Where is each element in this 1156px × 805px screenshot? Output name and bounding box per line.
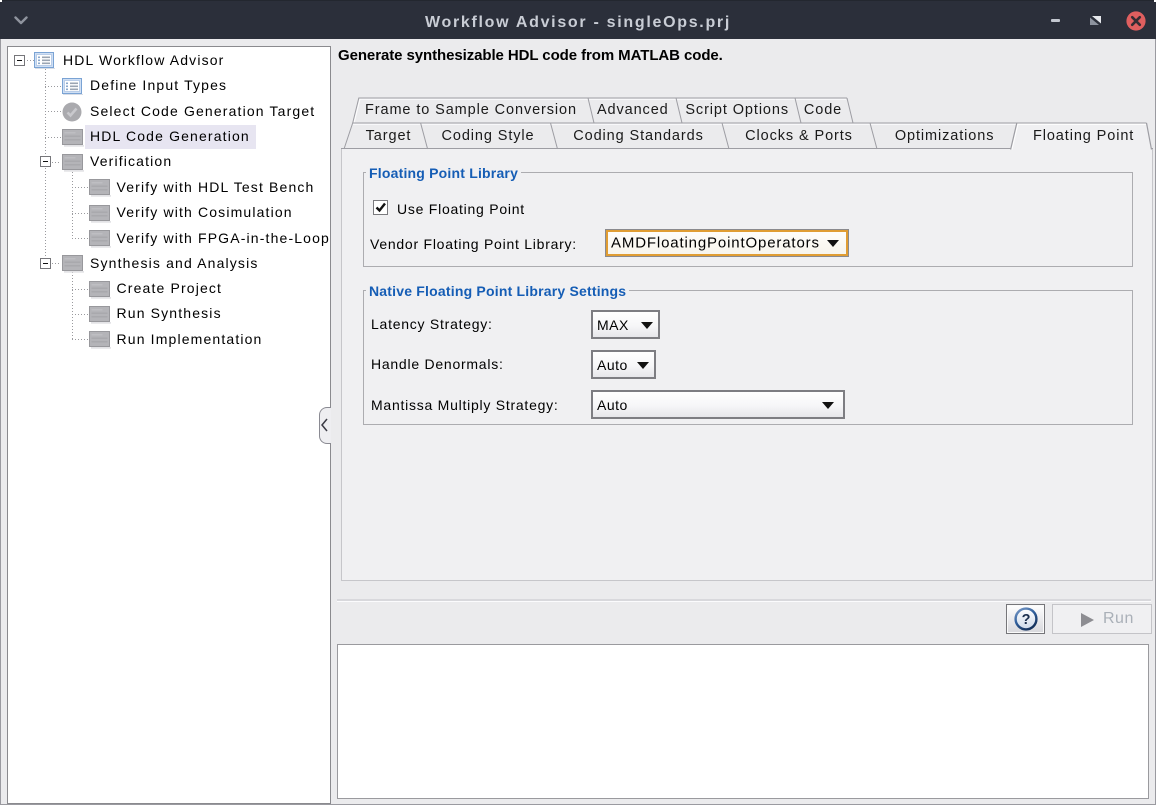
svg-text:?: ? (1022, 612, 1031, 628)
